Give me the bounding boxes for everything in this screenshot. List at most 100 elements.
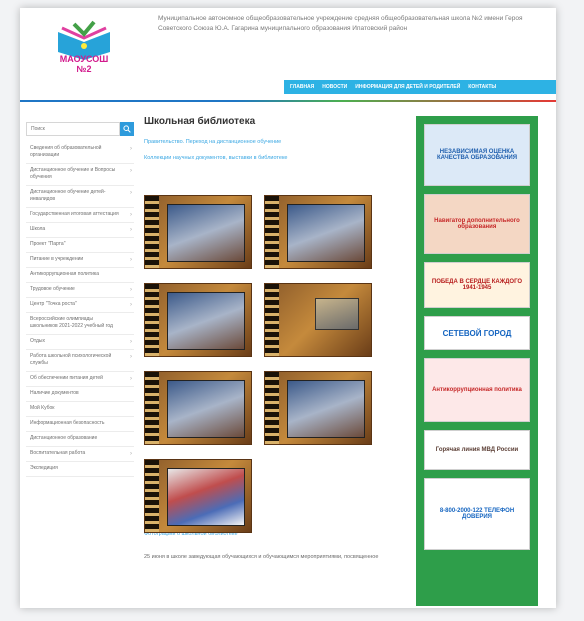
sidebar-menu: Сведения об образовательной организации ›…	[26, 142, 134, 477]
chevron-right-icon: ›	[130, 146, 132, 152]
gallery-photo[interactable]	[144, 371, 252, 445]
sidebar-menu-item[interactable]: Всероссийские олимпиады школьников 2021-…	[26, 313, 134, 335]
film-strip-icon	[145, 460, 159, 532]
sidebar-menu-item[interactable]: Экспедиция	[26, 462, 134, 477]
sidebar-item-label: Об обеспечении питания детей	[30, 375, 103, 381]
sidebar-item-label: Проект "Парта"	[30, 241, 66, 247]
gallery-photo[interactable]	[264, 283, 372, 357]
sidebar-item-label: Дистанционное образование	[30, 435, 98, 441]
article-text: 25 июня в школе заведующая обучающихся и…	[144, 554, 379, 560]
sidebar-item-label: Мой Кубок	[30, 405, 55, 411]
sidebar-menu-item[interactable]: Информационная безопасность	[26, 417, 134, 432]
sidebar-item-label: Наличие документов	[30, 390, 79, 396]
film-strip-icon	[265, 372, 279, 444]
sidebar-menu-item[interactable]: Антикоррупционная политика	[26, 268, 134, 283]
sidebar-menu-item[interactable]: Воспитательная работа ›	[26, 447, 134, 462]
content-link-2[interactable]: Коллекции научных документов, выставки в…	[144, 155, 406, 161]
sidebar-menu-item[interactable]: Дистанционное образование	[26, 432, 134, 447]
sidebar-menu-item[interactable]: Об обеспечении питания детей ›	[26, 372, 134, 387]
photo-image	[287, 204, 365, 262]
nav-news[interactable]: НОВОСТИ	[322, 84, 347, 90]
film-strip-icon	[145, 196, 159, 268]
sidebar-item-label: Информационная безопасность	[30, 420, 105, 426]
chevron-right-icon: ›	[130, 257, 132, 263]
sidebar-item-label: Отдых	[30, 338, 46, 344]
logo-text: МАОУСОШ №2	[59, 54, 109, 74]
banner-victory[interactable]: ПОБЕДА В СЕРДЦЕ КАЖДОГО 1941-1945	[424, 262, 530, 308]
sidebar-item-label: Экспедиция	[30, 465, 58, 471]
school-logo[interactable]: МАОУСОШ №2	[52, 18, 116, 76]
sidebar-menu-item[interactable]: Проект "Парта"	[26, 238, 134, 253]
gallery-photo[interactable]	[264, 195, 372, 269]
banner-label: Антикоррупционная политика	[432, 387, 522, 393]
sidebar: Сведения об образовательной организации ›…	[26, 122, 134, 477]
chevron-right-icon: ›	[130, 190, 132, 196]
banner-label: Горячая линия МВД России	[435, 447, 519, 453]
chevron-right-icon: ›	[130, 451, 132, 457]
sidebar-item-label: Питание в учреждении	[30, 256, 84, 262]
chevron-right-icon: ›	[130, 339, 132, 345]
sidebar-menu-item[interactable]: Центр "Точка роста" ›	[26, 298, 134, 313]
page: МАОУСОШ №2 Муниципальное автономное обще…	[20, 8, 556, 608]
banner-label: СЕТЕВОЙ ГОРОД	[442, 328, 512, 338]
sidebar-menu-item[interactable]: Сведения об образовательной организации ›	[26, 142, 134, 164]
search-button[interactable]	[120, 122, 134, 136]
sidebar-item-label: Дистанционное обучение и Вопросы обучени…	[30, 167, 116, 180]
gallery-photo[interactable]	[144, 459, 252, 533]
banner-navigator[interactable]: Навигатор дополнительного образования	[424, 194, 530, 254]
main-content: Школьная библиотека Правительство. Перех…	[144, 116, 406, 561]
sidebar-item-label: Трудовое обучение	[30, 286, 75, 292]
sidebar-item-label: Центр "Точка роста"	[30, 301, 77, 307]
sidebar-menu-item[interactable]: Работа школьной психологической службы ›	[26, 350, 134, 372]
banner-label: ПОБЕДА В СЕРДЦЕ КАЖДОГО 1941-1945	[431, 279, 523, 291]
sidebar-menu-item[interactable]: Дистанционное обучение детей-инвалидов ›	[26, 186, 134, 208]
school-name: Муниципальное автономное общеобразовател…	[158, 15, 523, 32]
chevron-right-icon: ›	[130, 168, 132, 174]
banner-label: Навигатор дополнительного образования	[434, 218, 520, 230]
banner-network-city[interactable]: СЕТЕВОЙ ГОРОД	[424, 316, 530, 350]
sidebar-menu-item[interactable]: Наличие документов	[26, 387, 134, 402]
sidebar-item-label: Работа школьной психологической службы	[30, 353, 112, 366]
sidebar-item-label: Дистанционное обучение детей-инвалидов	[30, 189, 106, 202]
chevron-right-icon: ›	[130, 376, 132, 382]
chevron-right-icon: ›	[130, 227, 132, 233]
page-title: Школьная библиотека	[144, 116, 256, 127]
nav-info[interactable]: ИНФОРМАЦИЯ ДЛЯ ДЕТЕЙ И РОДИТЕЛЕЙ	[355, 84, 460, 90]
sidebar-menu-item[interactable]: Школа ›	[26, 223, 134, 238]
sidebar-item-label: Сведения об образовательной организации	[30, 145, 102, 158]
sidebar-menu-item[interactable]: Дистанционное обучение и Вопросы обучени…	[26, 164, 134, 186]
search-input[interactable]	[26, 122, 120, 136]
sidebar-item-label: Всероссийские олимпиады школьников 2021-…	[30, 316, 113, 329]
search-box	[26, 122, 134, 136]
header-divider	[20, 100, 556, 102]
photo-image	[315, 298, 359, 330]
banner-label: 8-800-2000-122 ТЕЛЕФОН ДОВЕРИЯ	[439, 508, 515, 520]
banner-trust-phone[interactable]: 8-800-2000-122 ТЕЛЕФОН ДОВЕРИЯ	[424, 478, 530, 550]
film-strip-icon	[145, 284, 159, 356]
photo-image	[167, 204, 245, 262]
chevron-right-icon: ›	[130, 287, 132, 293]
banner-quality[interactable]: НЕЗАВИСИМАЯ ОЦЕНКА КАЧЕСТВА ОБРАЗОВАНИЯ	[424, 124, 530, 186]
banner-anticorruption[interactable]: Антикоррупционная политика	[424, 358, 530, 422]
gallery-photo[interactable]	[144, 283, 252, 357]
top-navigation: ГЛАВНАЯ НОВОСТИ ИНФОРМАЦИЯ ДЛЯ ДЕТЕЙ И Р…	[284, 80, 556, 94]
film-strip-icon	[265, 284, 279, 356]
photo-image	[287, 380, 365, 438]
sidebar-menu-item[interactable]: Отдых ›	[26, 335, 134, 350]
film-strip-icon	[265, 196, 279, 268]
sidebar-item-label: Школа	[30, 226, 46, 232]
banner-mvd-hotline[interactable]: Горячая линия МВД России	[424, 430, 530, 470]
content-link-1[interactable]: Правительство. Переход на дистанционное …	[144, 139, 406, 145]
photo-image	[167, 468, 245, 526]
nav-contacts[interactable]: КОНТАКТЫ	[468, 84, 496, 90]
photo-gallery	[144, 195, 406, 533]
sidebar-menu-item[interactable]: Государственная итоговая аттестация ›	[26, 208, 134, 223]
gallery-photo[interactable]	[144, 195, 252, 269]
photo-image	[167, 292, 245, 350]
gallery-photo[interactable]	[264, 371, 372, 445]
sidebar-menu-item[interactable]: Трудовое обучение ›	[26, 283, 134, 298]
sidebar-item-label: Государственная итоговая аттестация	[30, 211, 119, 217]
sidebar-menu-item[interactable]: Питание в учреждении ›	[26, 253, 134, 268]
nav-home[interactable]: ГЛАВНАЯ	[290, 84, 314, 90]
sidebar-menu-item[interactable]: Мой Кубок	[26, 402, 134, 417]
